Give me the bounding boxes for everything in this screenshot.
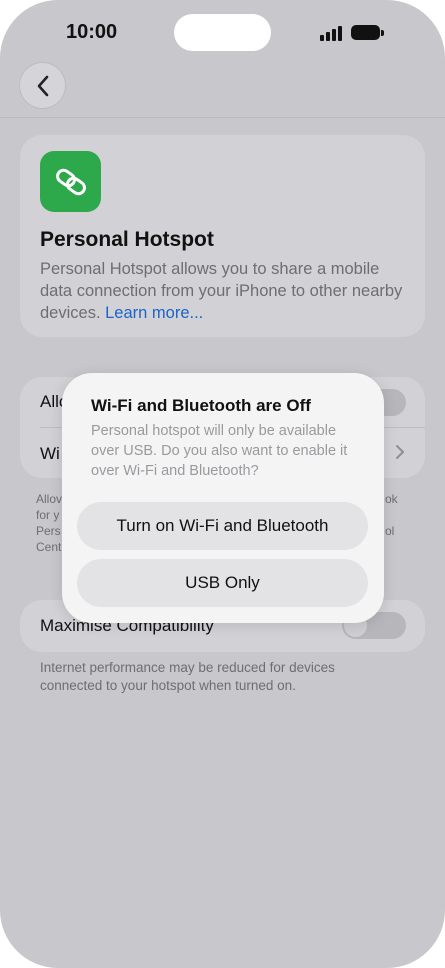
- nav-divider: [0, 117, 445, 118]
- footer-fragment: Pers: [36, 524, 61, 538]
- dialog-title: Wi-Fi and Bluetooth are Off: [91, 396, 311, 415]
- chevron-right-icon: [396, 445, 404, 459]
- footer-fragment: ol: [385, 524, 395, 538]
- back-button[interactable]: [20, 63, 65, 108]
- alert-dialog: Wi-Fi and Bluetooth are Off Personal hot…: [62, 373, 384, 623]
- wifi-password-label: Wi: [40, 444, 60, 463]
- battery-icon: [351, 25, 385, 42]
- status-time: 10:00: [66, 21, 118, 43]
- dynamic-island: [174, 14, 271, 51]
- footer-fragment: Cent: [36, 540, 62, 554]
- description-text: Personal Hotspot allows you to share a m…: [40, 260, 403, 322]
- cellular-signal-icon: [320, 26, 344, 41]
- status-bar: 10:00: [0, 0, 445, 64]
- hotspot-app-icon: [40, 151, 101, 212]
- footer-fragment: Allov: [36, 492, 63, 506]
- compatibility-footer: Internet performance may be reduced for …: [40, 660, 335, 693]
- link-icon: [55, 168, 86, 195]
- usb-only-button[interactable]: USB Only: [77, 559, 368, 607]
- settings-footer-right: ok ol: [385, 491, 398, 539]
- footer-fragment: ok: [385, 492, 398, 506]
- hotspot-info-card: Personal Hotspot Personal Hotspot allows…: [20, 135, 425, 337]
- turn-on-wifi-bluetooth-button[interactable]: Turn on Wi-Fi and Bluetooth: [77, 502, 368, 550]
- footer-fragment: for y: [36, 508, 60, 522]
- page-title: Personal Hotspot: [40, 228, 214, 251]
- chevron-left-icon: [37, 75, 48, 96]
- hotspot-description: Personal Hotspot allows you to share a m…: [40, 258, 410, 324]
- dialog-message: Personal hotspot will only be available …: [91, 423, 348, 479]
- phone-screen: 10:00 Personal Hotspot Personal Hotspot …: [0, 0, 445, 968]
- settings-footer-left: Allov for y Pers Cent: [36, 491, 62, 555]
- learn-more-link[interactable]: Learn more...: [105, 304, 203, 322]
